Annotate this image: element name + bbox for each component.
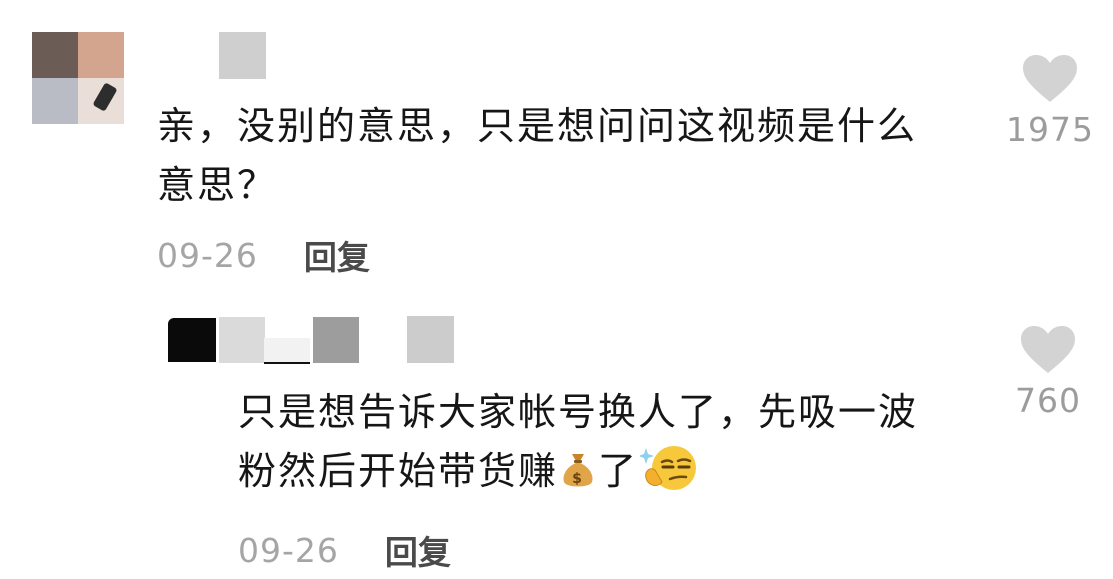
comment-text: 亲，没别的意思，只是想问问这视频是什么 意思？	[157, 97, 977, 215]
reply-button[interactable]: 回复	[304, 231, 370, 279]
avatar-mosaic-tile	[32, 78, 78, 124]
comment-line: 意思？	[157, 163, 278, 207]
svg-text:$: $	[572, 471, 584, 487]
like-button[interactable]: 760	[1008, 325, 1088, 420]
redaction-block	[313, 317, 359, 363]
like-count: 1975	[1006, 110, 1094, 149]
reply-meta: 09-26 回复	[238, 530, 451, 573]
reply-line: 了	[598, 449, 639, 493]
comment-meta: 09-26 回复	[157, 235, 370, 278]
reply-button[interactable]: 回复	[385, 526, 451, 574]
username-redacted[interactable]	[219, 32, 266, 79]
like-button[interactable]: 1975	[1006, 54, 1093, 149]
heart-icon	[1021, 326, 1075, 373]
like-count: 760	[1015, 381, 1081, 420]
comment-date: 09-26	[157, 235, 258, 275]
redaction-block	[219, 317, 265, 363]
reply-line: 只是想告诉大家帐号换人了，先吸一波	[238, 390, 919, 434]
comment-line: 亲，没别的意思，只是想问问这视频是什么	[157, 104, 918, 148]
avatar-mosaic-tile	[78, 78, 124, 124]
avatar[interactable]	[32, 32, 124, 124]
redaction-block	[407, 316, 454, 363]
reply-text: 只是想告诉大家帐号换人了，先吸一波 粉然后开始带货赚 $ 了	[238, 383, 998, 501]
reply-date: 09-26	[238, 530, 339, 570]
avatar-mosaic-tile	[78, 32, 124, 78]
reply-line: 粉然后开始带货赚	[238, 449, 559, 493]
money-bag-emoji: $	[563, 454, 593, 487]
redaction-block	[264, 338, 310, 364]
redaction-block	[168, 318, 216, 362]
avatar-mosaic-tile	[32, 32, 78, 78]
heart-icon	[1023, 55, 1077, 102]
thinking-smirk-emoji	[640, 446, 697, 490]
